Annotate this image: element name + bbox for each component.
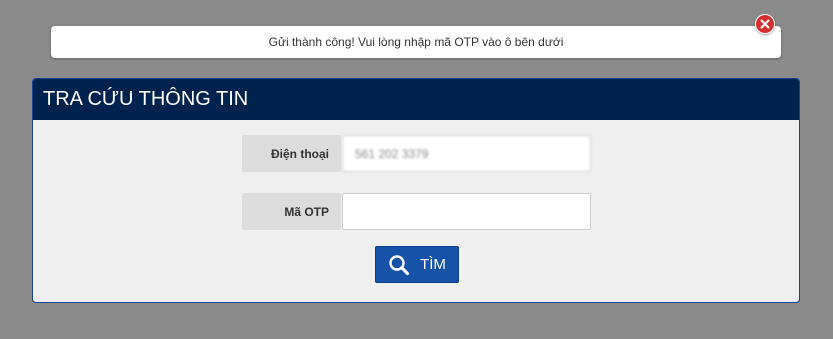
close-icon bbox=[760, 19, 770, 29]
panel-title: TRA CỨU THÔNG TIN bbox=[33, 79, 799, 120]
phone-label: Điện thoại bbox=[242, 135, 341, 172]
otp-label: Mã OTP bbox=[242, 193, 341, 230]
lookup-form: Điện thoại Mã OTP TÌM bbox=[33, 120, 799, 302]
search-icon bbox=[389, 254, 410, 275]
otp-input[interactable] bbox=[342, 193, 591, 230]
notification-message: Gửi thành công! Vui lòng nhập mã OTP vào… bbox=[268, 35, 564, 49]
lookup-panel: TRA CỨU THÔNG TIN Điện thoại Mã OTP TÌM bbox=[32, 78, 800, 303]
search-button[interactable]: TÌM bbox=[375, 246, 459, 283]
search-button-label: TÌM bbox=[420, 256, 446, 273]
close-notification-button[interactable] bbox=[755, 14, 775, 34]
phone-input[interactable] bbox=[342, 135, 591, 172]
notification-toast: Gửi thành công! Vui lòng nhập mã OTP vào… bbox=[51, 26, 781, 58]
